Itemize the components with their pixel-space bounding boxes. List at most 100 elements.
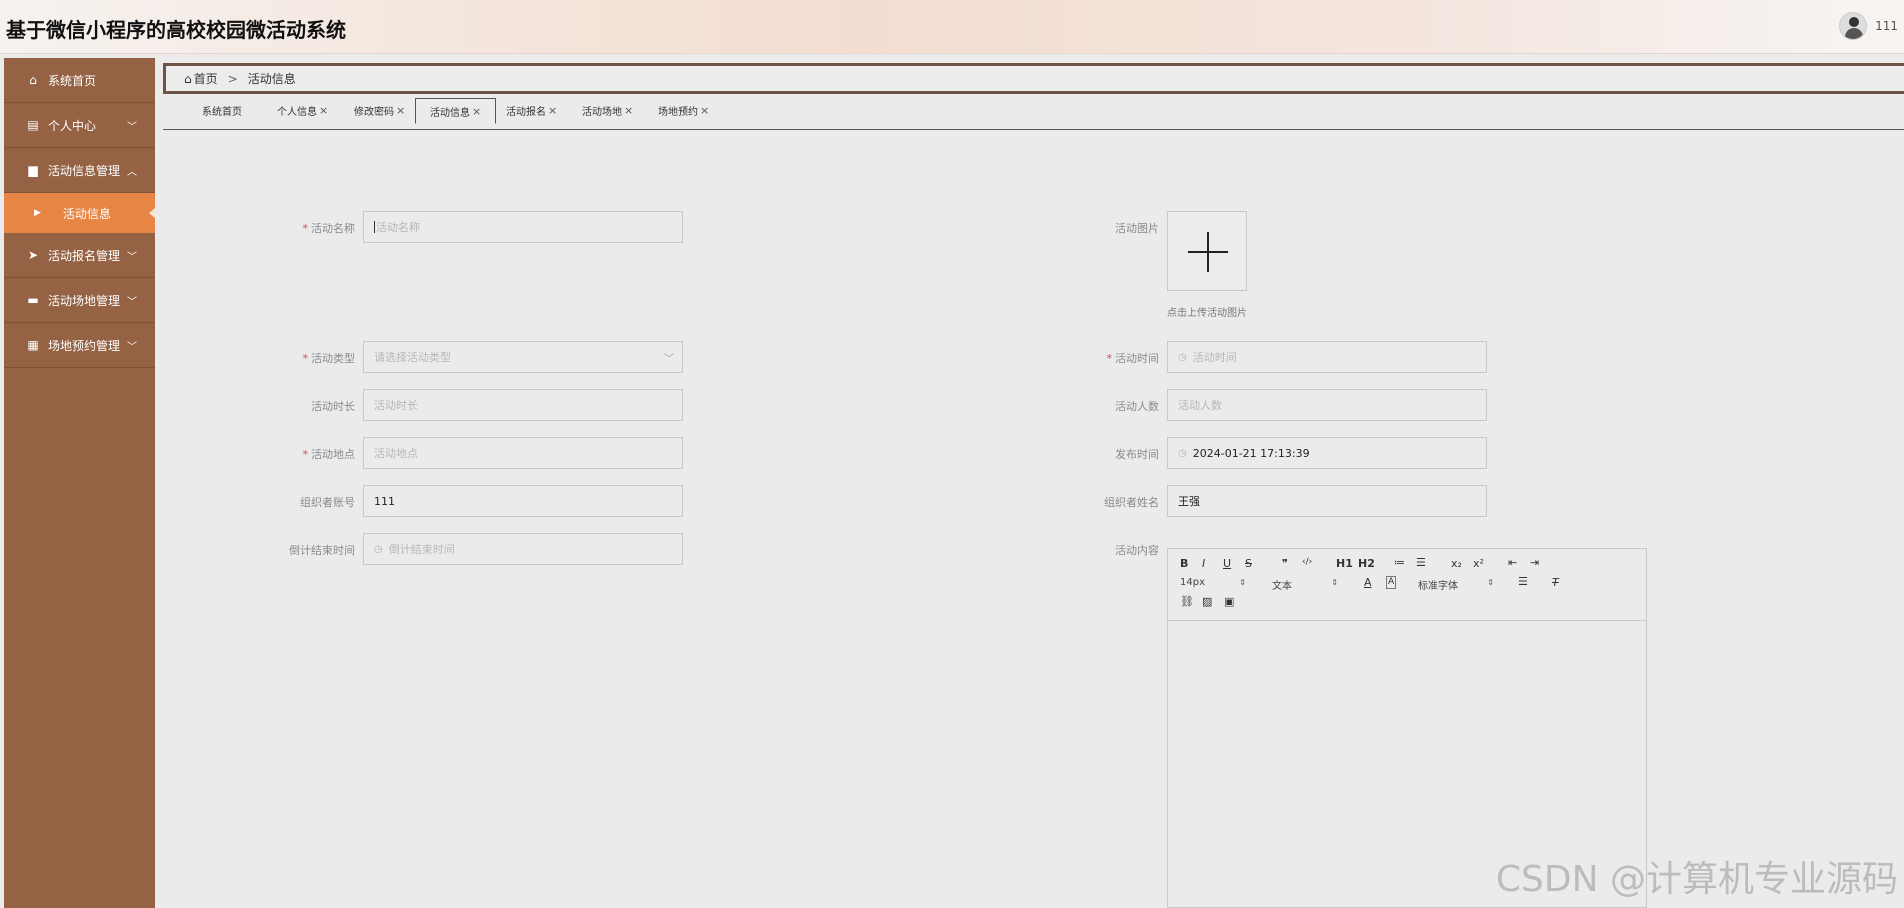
top-header: 基于微信小程序的高校校园微活动系统 111 xyxy=(0,0,1904,54)
underline-button[interactable]: U xyxy=(1223,557,1231,570)
send-icon: ➤ xyxy=(27,248,39,262)
app-title: 基于微信小程序的高校校园微活动系统 xyxy=(6,18,346,42)
breadcrumb-home[interactable]: 首页 xyxy=(194,70,218,87)
tab-label: 个人信息 xyxy=(277,107,317,118)
tab-venue[interactable]: 活动场地 × xyxy=(568,98,647,123)
tab-signup[interactable]: 活动报名 × xyxy=(492,98,571,123)
indent-button[interactable]: ⇥ xyxy=(1530,556,1539,569)
upload-hint: 点击上传活动图片 xyxy=(1167,308,1247,319)
blockquote-button[interactable]: ❞ xyxy=(1282,557,1288,570)
clear-format-icon[interactable]: T xyxy=(1552,576,1559,589)
align-icon[interactable]: ☰ xyxy=(1518,575,1528,588)
activity-count-label: 活动人数 xyxy=(1115,400,1159,413)
text-cursor xyxy=(374,221,375,233)
sidebar: ⌂ 系统首页 ▤ 个人中心 ﹀ ▆ 活动信息管理 ︿ ▶ 活动信息 ➤ 活动报名… xyxy=(4,58,155,908)
updown-icon: ⇕ xyxy=(1331,578,1338,587)
tab-password[interactable]: 修改密码 × xyxy=(340,98,419,123)
sidebar-item-home[interactable]: ⌂ 系统首页 xyxy=(4,58,155,103)
username[interactable]: 111 xyxy=(1875,19,1898,33)
ordered-list-button[interactable]: ≔ xyxy=(1394,556,1405,569)
link-icon[interactable]: ⛓ xyxy=(1180,595,1194,608)
close-icon[interactable]: × xyxy=(700,104,709,117)
sidebar-item-booking-manage[interactable]: ▦ 场地预约管理 ﹀ xyxy=(4,323,155,368)
h2-button[interactable]: H2 xyxy=(1358,557,1375,570)
sidebar-item-label: 场地预约管理 xyxy=(48,338,121,353)
font-family-select[interactable]: 标准字体 ⇕ xyxy=(1418,577,1494,592)
clock-icon: ◷ xyxy=(374,543,383,555)
countdown-end-input[interactable]: ◷ 倒计结束时间 xyxy=(363,533,683,565)
italic-button[interactable]: I xyxy=(1202,557,1205,570)
block-type-select[interactable]: 文本 ⇕ xyxy=(1272,577,1338,592)
publish-time-input[interactable]: ◷ 2024-01-21 17:13:39 xyxy=(1167,437,1487,469)
organizer-name-label: 组织者姓名 xyxy=(1104,496,1159,509)
strike-button[interactable]: S xyxy=(1245,557,1252,570)
home-icon: ⌂ xyxy=(184,71,192,86)
sidebar-item-profile[interactable]: ▤ 个人中心 ﹀ xyxy=(4,103,155,148)
watermark: CSDN @计算机专业源码 xyxy=(1495,859,1898,900)
tab-label: 场地预约 xyxy=(658,107,698,118)
user-menu[interactable]: 111 xyxy=(1839,12,1898,40)
activity-place-label: * 活动地点 xyxy=(302,448,356,461)
tab-activity-info[interactable]: 活动信息 × xyxy=(415,98,497,124)
avatar[interactable] xyxy=(1839,12,1868,40)
activity-image-label: 活动图片 xyxy=(1115,222,1159,235)
tab-bar: 系统首页 个人信息 × 修改密码 × 活动信息 × 活动报名 × 活动场地 × 场地预约 × xyxy=(163,96,1904,130)
activity-duration-input[interactable]: 活动时长 xyxy=(363,389,683,421)
activity-name-label: * 活动名称 xyxy=(302,222,356,235)
printer-icon: ▬ xyxy=(27,293,39,307)
tab-profile[interactable]: 个人信息 × xyxy=(263,98,342,123)
chevron-up-icon: ︿ xyxy=(127,166,137,178)
tab-home[interactable]: 系统首页 xyxy=(188,98,256,123)
organizer-account-label: 组织者账号 xyxy=(300,496,355,509)
superscript-button[interactable]: x² xyxy=(1473,557,1484,570)
plus-icon xyxy=(1207,232,1209,272)
sidebar-item-activity-manage[interactable]: ▆ 活动信息管理 ︿ xyxy=(4,148,155,193)
organizer-name-input[interactable]: 王强 xyxy=(1167,485,1487,517)
close-icon[interactable]: × xyxy=(472,105,481,118)
clock-icon: ◷ xyxy=(1178,447,1187,459)
image-icon[interactable]: ▨ xyxy=(1202,595,1212,608)
tab-label: 系统首页 xyxy=(202,107,242,118)
activity-content-label: 活动内容 xyxy=(1115,544,1159,557)
bullet-list-button[interactable]: ☰ xyxy=(1416,556,1426,569)
activity-name-input[interactable]: 活动名称 xyxy=(363,211,683,243)
activity-time-input[interactable]: ◷ 活动时间 xyxy=(1167,341,1487,373)
briefcase-icon: ▆ xyxy=(28,163,38,177)
activity-place-input[interactable]: 活动地点 xyxy=(363,437,683,469)
activity-count-input[interactable]: 活动人数 xyxy=(1167,389,1487,421)
activity-duration-label: 活动时长 xyxy=(311,400,355,413)
tab-booking[interactable]: 场地预约 × xyxy=(644,98,723,123)
sidebar-item-signup-manage[interactable]: ➤ 活动报名管理 ﹀ xyxy=(4,233,155,278)
countdown-end-label: 倒计结束时间 xyxy=(289,544,355,557)
caret-right-icon: ▶ xyxy=(34,208,41,218)
sidebar-item-label: 活动场地管理 xyxy=(48,293,121,308)
activity-type-select[interactable]: 请选择活动类型 ﹀ xyxy=(363,341,683,373)
sidebar-item-venue-manage[interactable]: ▬ 活动场地管理 ﹀ xyxy=(4,278,155,323)
close-icon[interactable]: × xyxy=(624,104,633,117)
grid-icon: ▦ xyxy=(27,338,39,352)
activity-type-label: * 活动类型 xyxy=(302,352,356,365)
tab-label: 活动场地 xyxy=(582,107,622,118)
video-icon[interactable]: ▣ xyxy=(1224,595,1234,608)
font-color-icon[interactable]: A xyxy=(1364,576,1372,589)
organizer-account-input[interactable]: 111 xyxy=(363,485,683,517)
subscript-button[interactable]: x₂ xyxy=(1451,557,1462,570)
background-color-icon[interactable]: A xyxy=(1386,576,1397,589)
font-size-select[interactable]: 14px ⇕ xyxy=(1180,577,1246,588)
tab-label: 活动信息 xyxy=(430,107,470,119)
publish-time-label: 发布时间 xyxy=(1115,448,1159,461)
sidebar-item-label: 系统首页 xyxy=(48,73,97,88)
code-button[interactable]: ‹/› xyxy=(1302,557,1312,567)
updown-icon: ⇕ xyxy=(1239,578,1246,587)
chevron-down-icon: ﹀ xyxy=(127,341,137,353)
close-icon[interactable]: × xyxy=(548,104,557,117)
active-marker xyxy=(149,208,155,218)
updown-icon: ⇕ xyxy=(1487,578,1494,587)
bold-button[interactable]: B xyxy=(1180,557,1188,570)
outdent-button[interactable]: ⇤ xyxy=(1508,556,1517,569)
sidebar-subitem-activity-info[interactable]: ▶ 活动信息 xyxy=(4,193,155,233)
close-icon[interactable]: × xyxy=(396,104,405,117)
close-icon[interactable]: × xyxy=(319,104,328,117)
image-upload-button[interactable] xyxy=(1167,211,1247,291)
h1-button[interactable]: H1 xyxy=(1336,557,1353,570)
